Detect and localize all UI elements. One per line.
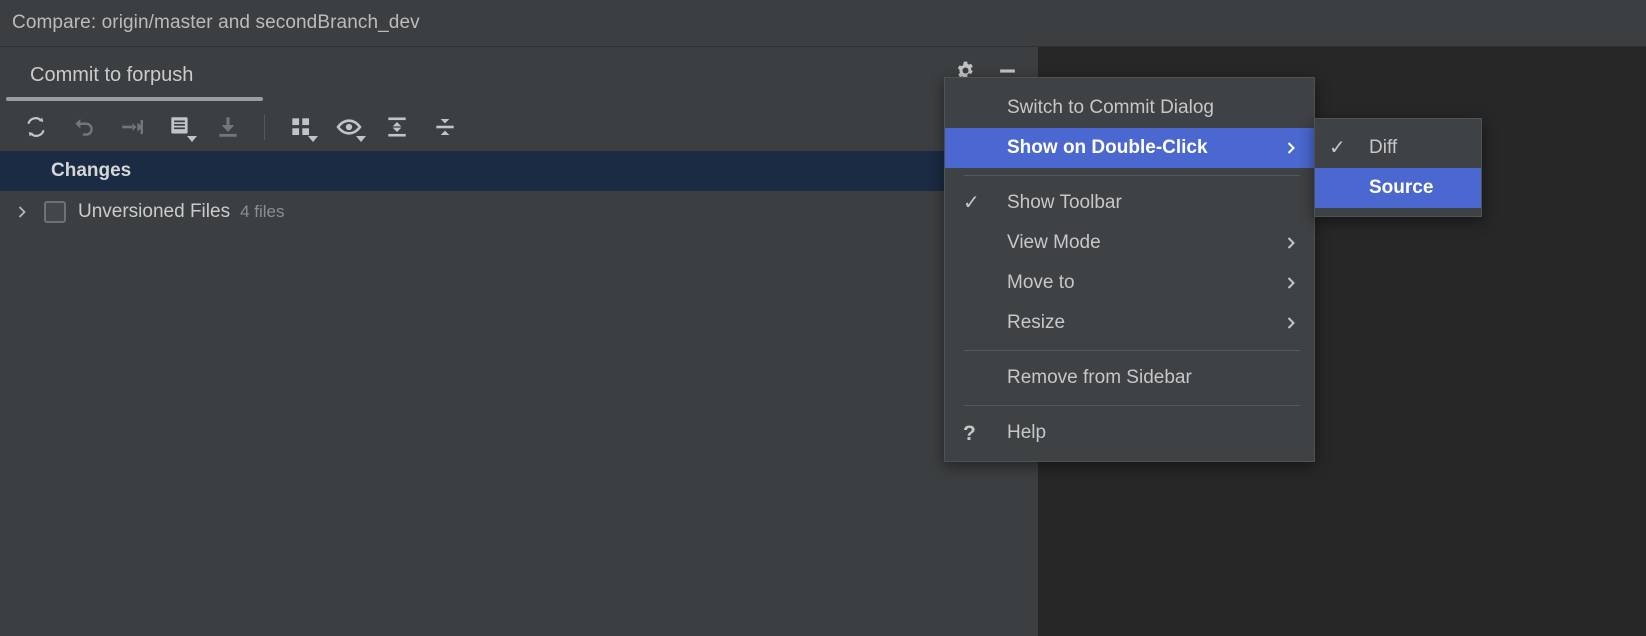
chevron-down-icon bbox=[308, 136, 318, 142]
list-item[interactable]: Unversioned Files 4 files bbox=[0, 191, 1038, 233]
menu-separator bbox=[964, 405, 1300, 406]
menu-item-label: View Mode bbox=[1007, 232, 1101, 253]
menu-item-label: Resize bbox=[1007, 312, 1066, 333]
menu-item-switch-to-commit-dialog[interactable]: Switch to Commit Dialog bbox=[945, 88, 1314, 128]
menu-item-label: Show on Double-Click bbox=[1007, 137, 1208, 158]
menu-item-remove-from-sidebar[interactable]: Remove from Sidebar bbox=[945, 358, 1314, 398]
changes-group-header[interactable]: Changes bbox=[0, 151, 1038, 191]
menu-item-icon-slot: ? bbox=[963, 423, 1007, 444]
chevron-down-icon bbox=[356, 136, 366, 142]
menu-item-label: Help bbox=[1007, 422, 1047, 443]
show-on-double-click-submenu: ✓ Diff Source bbox=[1314, 118, 1482, 217]
app-root: Compare: origin/master and secondBranch_… bbox=[0, 0, 1646, 636]
check-icon: ✓ bbox=[1329, 137, 1346, 159]
help-icon: ? bbox=[963, 421, 976, 445]
window-title-bar: Compare: origin/master and secondBranch_… bbox=[0, 0, 1646, 47]
changes-label: Changes bbox=[51, 160, 132, 181]
unversioned-files-label: Unversioned Files bbox=[78, 201, 231, 222]
submenu-item-label: Source bbox=[1369, 177, 1434, 198]
check-icon: ✓ bbox=[963, 192, 980, 214]
tab-active-underline bbox=[6, 97, 263, 101]
menu-item-help[interactable]: ? Help bbox=[945, 413, 1314, 453]
unversioned-files-count: 4 files bbox=[240, 202, 285, 221]
unversioned-files-checkbox[interactable] bbox=[44, 201, 66, 223]
menu-item-show-toolbar[interactable]: ✓ Show Toolbar bbox=[945, 183, 1314, 223]
expand-all-icon[interactable] bbox=[373, 104, 421, 150]
menu-item-show-on-double-click[interactable]: Show on Double-Click bbox=[945, 128, 1314, 168]
chevron-right-icon bbox=[1284, 316, 1298, 330]
submenu-item-label: Diff bbox=[1369, 137, 1398, 158]
menu-item-move-to[interactable]: Move to bbox=[945, 263, 1314, 303]
preview-diff-icon[interactable] bbox=[325, 104, 373, 150]
menu-item-icon-slot: ✓ bbox=[963, 193, 1007, 213]
update-project-icon[interactable] bbox=[204, 104, 252, 150]
menu-item-icon-slot: ✓ bbox=[1329, 138, 1369, 158]
collapse-all-icon[interactable] bbox=[421, 104, 469, 150]
menu-item-label: Show Toolbar bbox=[1007, 192, 1122, 213]
menu-item-resize[interactable]: Resize bbox=[945, 303, 1314, 343]
chevron-right-icon bbox=[1284, 141, 1298, 155]
tool-window-header: Commit to forpush bbox=[0, 47, 1038, 103]
group-by-icon[interactable] bbox=[277, 104, 325, 150]
menu-item-label: Switch to Commit Dialog bbox=[1007, 97, 1214, 118]
commit-tool-window: Commit to forpush Changes Unversioned Fi… bbox=[0, 47, 1038, 636]
chevron-right-icon bbox=[1284, 236, 1298, 250]
tool-window-context-menu: Switch to Commit Dialog Show on Double-C… bbox=[944, 77, 1315, 462]
menu-item-label: Remove from Sidebar bbox=[1007, 367, 1192, 388]
menu-separator bbox=[964, 175, 1300, 176]
window-title: Compare: origin/master and secondBranch_… bbox=[12, 12, 420, 33]
submenu-item-diff[interactable]: ✓ Diff bbox=[1315, 128, 1481, 168]
refresh-icon[interactable] bbox=[12, 104, 60, 150]
shelve-icon[interactable] bbox=[108, 104, 156, 150]
submenu-item-source[interactable]: Source bbox=[1315, 168, 1481, 208]
tab-label: Commit to forpush bbox=[30, 63, 194, 86]
commit-message-icon[interactable] bbox=[156, 104, 204, 150]
chevron-right-icon bbox=[1284, 276, 1298, 290]
menu-item-view-mode[interactable]: View Mode bbox=[945, 223, 1314, 263]
tab-commit-to-forpush[interactable]: Commit to forpush bbox=[6, 47, 193, 103]
toolbar-separator bbox=[264, 114, 265, 140]
menu-separator bbox=[964, 350, 1300, 351]
menu-item-label: Move to bbox=[1007, 272, 1075, 293]
commit-toolbar bbox=[0, 103, 1038, 151]
chevron-right-icon[interactable] bbox=[10, 204, 34, 220]
chevron-down-icon bbox=[187, 136, 197, 142]
rollback-icon[interactable] bbox=[60, 104, 108, 150]
